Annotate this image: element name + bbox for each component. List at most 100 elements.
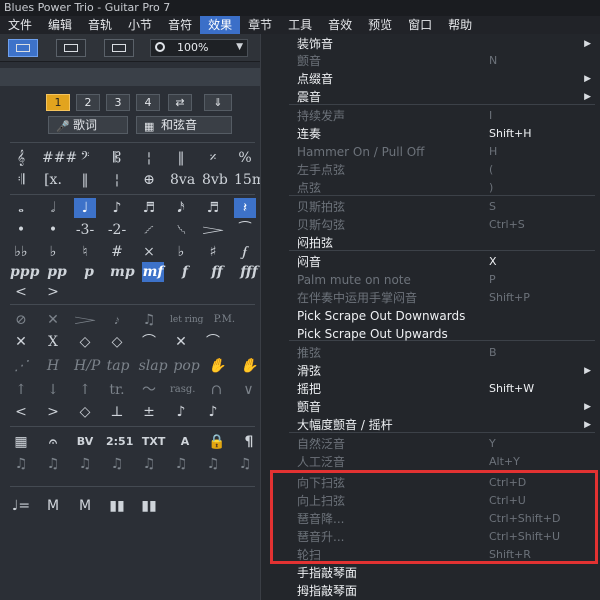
slap-tool[interactable]: slap [139, 356, 168, 376]
palette-tool[interactable]: 8vb [202, 170, 228, 190]
accent-icon[interactable]: > [42, 402, 64, 422]
palette-tool[interactable]: ⋰ [10, 356, 32, 376]
sixty-fourth-note-icon[interactable]: ♬ [202, 198, 224, 218]
menu-note[interactable]: 音符 [160, 16, 200, 34]
flat-icon[interactable]: ♭ [42, 242, 64, 262]
palette-tool[interactable]: 𝆱 [138, 220, 160, 240]
beam-icon[interactable]: ♫ [202, 454, 224, 474]
paragraph-icon[interactable]: ¶ [238, 432, 260, 452]
crescendo-icon[interactable]: < [10, 282, 32, 302]
double-flat-icon[interactable]: ♭♭ [10, 242, 32, 262]
menu-item[interactable]: 点弦) [261, 179, 600, 197]
beam-icon[interactable]: ♫ [170, 454, 192, 474]
palette-tool[interactable]: 𝆓 [202, 220, 224, 240]
palette-tool[interactable]: % [234, 148, 256, 168]
volume-icon[interactable]: M [42, 496, 64, 516]
menu-file[interactable]: 文件 [0, 16, 40, 34]
palette-tool[interactable]: ¦ [106, 170, 128, 190]
sharp-icon[interactable]: # [106, 242, 128, 262]
menu-item[interactable]: 颤音 N [261, 52, 600, 70]
coda-icon[interactable]: ⊕ [138, 170, 160, 190]
beam-break-button[interactable]: ⇄ [168, 94, 192, 111]
vibrato-tool[interactable]: ～ [138, 380, 160, 400]
palette-tool[interactable]: ‖ [170, 148, 192, 168]
menu-item[interactable]: 贝斯拍弦 S [261, 198, 600, 216]
chords-button[interactable]: ▦ 和弦音 [136, 116, 232, 134]
palette-tool[interactable]: ◇ [106, 332, 128, 352]
palette-tool[interactable]: 𝄎 [202, 148, 224, 168]
triplet-icon[interactable]: -3- [74, 220, 96, 240]
palette-tool[interactable]: ‖ [74, 170, 96, 190]
dynamic-f[interactable]: f [174, 262, 196, 282]
pop-tool[interactable]: pop [173, 356, 199, 376]
menu-section[interactable]: 章节 [240, 16, 280, 34]
rest-icon[interactable]: 𝄽 [234, 198, 256, 218]
hammer-pull-tool[interactable]: H/P [74, 356, 100, 376]
palette-tool[interactable]: 𝆑 [234, 242, 256, 262]
dynamic-mp[interactable]: mp [110, 262, 135, 282]
menu-item[interactable]: 左手点弦 ( [261, 161, 600, 179]
voice-3-button[interactable]: 3 [106, 94, 130, 111]
dynamic-fff[interactable]: fff [238, 262, 260, 282]
beam-icon[interactable]: ♫ [10, 454, 32, 474]
harmonic-icon[interactable]: ◇ [74, 402, 96, 422]
voice-2-button[interactable]: 2 [76, 94, 100, 111]
palette-tool[interactable]: ± [138, 402, 160, 422]
palette-tool[interactable]: 𝆲 [170, 220, 192, 240]
downstroke-icon[interactable]: ∩ [205, 380, 227, 400]
palette-tool[interactable]: 𝆔 [106, 310, 128, 330]
menu-item[interactable]: 装饰音 ▶ [261, 35, 600, 53]
palette-tool[interactable]: ✕ [170, 332, 192, 352]
beam-icon[interactable]: ♫ [234, 454, 256, 474]
tap-tool[interactable]: tap [107, 356, 130, 376]
barre-tool[interactable]: BV [74, 432, 96, 452]
volume-bars-icon[interactable]: ▮▮ [106, 496, 128, 516]
sixteenth-note-icon[interactable]: ♬ [138, 198, 160, 218]
menu-effects[interactable]: 效果 [200, 16, 241, 34]
palette-tool[interactable]: ♪ [202, 402, 224, 422]
let-ring-tool[interactable]: let ring [170, 310, 203, 330]
voice-1-button[interactable]: 1 [46, 94, 70, 111]
hand-icon[interactable]: ✋ [206, 356, 228, 376]
decrescendo-icon[interactable]: > [42, 282, 64, 302]
arrow-up-icon[interactable]: ↑ [74, 380, 96, 400]
palette-tool[interactable]: ¦ [138, 148, 160, 168]
beam-icon[interactable]: ♫ [138, 454, 160, 474]
menu-bar-measure[interactable]: 小节 [120, 16, 160, 34]
double-sharp-icon[interactable]: × [138, 242, 160, 262]
menu-item[interactable]: 闷拍弦 [261, 234, 600, 252]
menu-item[interactable]: Pick Scrape Out Downwards [261, 307, 600, 325]
menu-tools[interactable]: 工具 [280, 16, 320, 34]
lyrics-button[interactable]: 🎤 歌词 [48, 116, 128, 134]
accent-icon[interactable]: < [10, 402, 32, 422]
lock-icon[interactable]: 🔒 [206, 432, 228, 452]
menu-edit[interactable]: 编辑 [40, 16, 80, 34]
eighth-note-icon[interactable]: ♪ [106, 198, 128, 218]
ghost-note-icon[interactable]: X [42, 332, 64, 352]
duplet-icon[interactable]: -2- [106, 220, 128, 240]
palette-tool[interactable]: ⌒ [202, 332, 224, 352]
dynamic-p[interactable]: p [78, 262, 100, 282]
grid-icon[interactable]: ▦ [10, 432, 32, 452]
fermata-icon[interactable]: 𝄐 [42, 432, 64, 452]
rasgueado-tool[interactable]: rasg. [170, 380, 195, 400]
annotation-tool[interactable]: A [174, 432, 196, 452]
palette-tool[interactable]: ⌒ [138, 332, 160, 352]
volume-bars-icon[interactable]: ▮▮ [138, 496, 160, 516]
palette-tool[interactable]: 15ma [234, 170, 273, 190]
palette-tool[interactable]: • [42, 220, 64, 240]
menu-item[interactable]: 在伴奏中运用手掌闷音 Shift+P [261, 289, 600, 307]
menu-item[interactable]: 点缀音 ▶ [261, 70, 600, 88]
menu-item[interactable]: 滑弦 ▶ [261, 362, 600, 380]
menu-item[interactable]: 推弦 B [261, 344, 600, 362]
palette-tool[interactable]: ♫ [138, 310, 160, 330]
menu-item[interactable]: Hammer On / Pull Off H [261, 143, 600, 161]
menu-item[interactable]: Palm mute on note P [261, 271, 600, 289]
menu-track[interactable]: 音轨 [80, 16, 120, 34]
menu-item[interactable]: 人工泛音 Alt+Y [261, 453, 600, 471]
palette-tool[interactable]: ♪ [170, 402, 192, 422]
palette-tool[interactable]: ⊘ [10, 310, 32, 330]
screen-view-button[interactable] [104, 39, 134, 57]
menu-item[interactable]: 颤音 ▶ [261, 398, 600, 416]
trill-tool[interactable]: tr. [106, 380, 128, 400]
